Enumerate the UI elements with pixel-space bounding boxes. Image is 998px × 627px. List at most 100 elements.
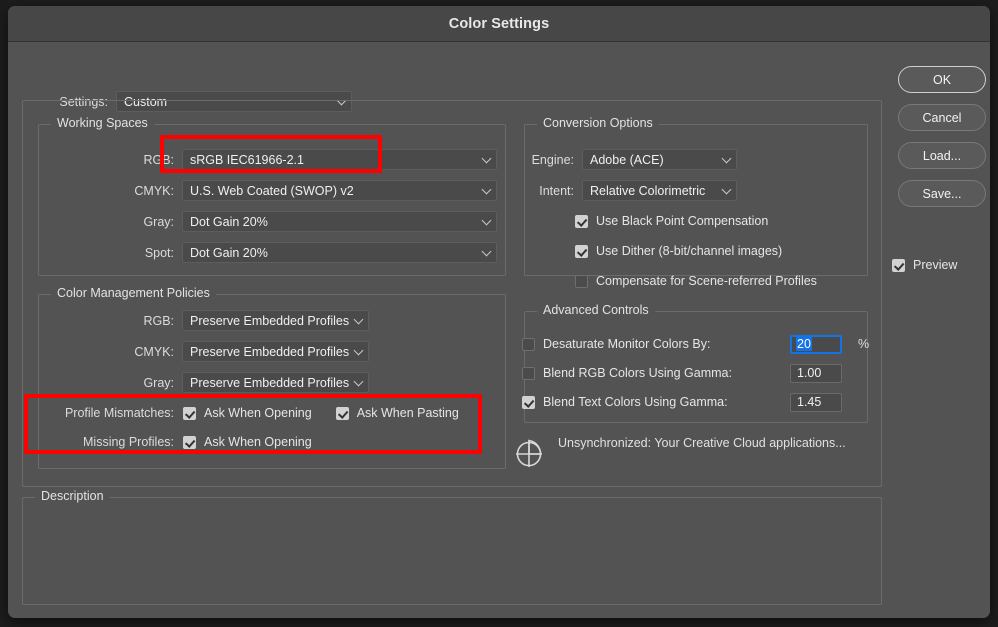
load-button-label: Load... — [922, 148, 962, 163]
blend-rgb-gamma-label: Blend RGB Colors Using Gamma: — [543, 366, 732, 380]
use-dither-label: Use Dither (8-bit/channel images) — [596, 244, 783, 258]
blend-text-gamma-checkbox[interactable]: Blend Text Colors Using Gamma: — [522, 395, 728, 409]
chevron-down-icon — [353, 376, 364, 386]
profile-mismatches-ask-when-pasting-label: Ask When Pasting — [356, 406, 459, 420]
blend-text-gamma-input[interactable]: 1.45 — [790, 392, 842, 412]
conversion-intent-dropdown[interactable]: Relative Colorimetric — [582, 180, 737, 201]
cancel-button-label: Cancel — [922, 110, 962, 125]
chevron-down-icon — [481, 184, 492, 194]
conversion-options-legend: Conversion Options — [537, 116, 659, 130]
policy-rgb-value: Preserve Embedded Profiles — [190, 313, 350, 328]
profile-mismatches-ask-when-opening-checkbox[interactable]: Ask When Opening — [183, 406, 312, 420]
description-group: Description — [22, 489, 882, 605]
conversion-intent-label: Intent: — [539, 183, 574, 198]
advanced-controls-legend: Advanced Controls — [537, 303, 655, 317]
policy-rgb-dropdown[interactable]: Preserve Embedded Profiles — [182, 310, 370, 331]
checkbox-unchecked-icon — [522, 366, 535, 380]
policy-gray-dropdown[interactable]: Preserve Embedded Profiles — [182, 372, 370, 393]
policy-cmyk-dropdown[interactable]: Preserve Embedded Profiles — [182, 341, 370, 362]
working-spaces-rgb-value: sRGB IEC61966-2.1 — [190, 152, 304, 167]
missing-profiles-ask-when-opening-label: Ask When Opening — [204, 435, 312, 449]
use-black-point-compensation-checkbox[interactable]: Use Black Point Compensation — [575, 214, 768, 228]
preview-checkbox[interactable]: Preview — [892, 258, 957, 272]
working-spaces-cmyk-row: CMYK: U.S. Web Coated (SWOP) v2 — [112, 180, 497, 201]
working-spaces-spot-value: Dot Gain 20% — [190, 245, 268, 260]
desaturate-monitor-colors-input[interactable]: 20 — [790, 334, 842, 354]
conversion-engine-label: Engine: — [531, 152, 574, 167]
policy-rgb-label: RGB: — [143, 313, 174, 328]
cloud-sync-icon — [512, 435, 546, 474]
desaturate-monitor-colors-row: Desaturate Monitor Colors By: 20 % — [522, 334, 869, 354]
working-spaces-gray-value: Dot Gain 20% — [190, 214, 268, 229]
conversion-intent-row: Intent: Relative Colorimetric — [516, 180, 737, 201]
checkbox-unchecked-icon — [575, 274, 588, 288]
conversion-intent-value: Relative Colorimetric — [590, 183, 706, 198]
compensate-scene-referred-label: Compensate for Scene-referred Profiles — [596, 274, 817, 288]
chevron-down-icon — [481, 215, 492, 225]
policy-gray-value: Preserve Embedded Profiles — [190, 375, 350, 390]
working-spaces-gray-dropdown[interactable]: Dot Gain 20% — [182, 211, 497, 232]
policy-gray-label: Gray: — [143, 375, 174, 390]
chevron-down-icon — [481, 153, 492, 163]
policy-gray-row: Gray: Preserve Embedded Profiles — [112, 372, 370, 393]
conversion-engine-row: Engine: Adobe (ACE) — [516, 149, 737, 170]
profile-mismatches-ask-when-opening-label: Ask When Opening — [204, 406, 312, 420]
ok-button[interactable]: OK — [898, 66, 986, 93]
dialog-title: Color Settings — [448, 15, 550, 32]
missing-profiles-row: Missing Profiles: Ask When Opening — [48, 435, 312, 449]
conversion-engine-dropdown[interactable]: Adobe (ACE) — [582, 149, 737, 170]
checkbox-checked-icon — [183, 435, 196, 449]
working-spaces-rgb-dropdown[interactable]: sRGB IEC61966-2.1 — [182, 149, 497, 170]
checkbox-checked-icon — [335, 406, 349, 420]
working-spaces-spot-dropdown[interactable]: Dot Gain 20% — [182, 242, 497, 263]
blend-rgb-gamma-checkbox[interactable]: Blend RGB Colors Using Gamma: — [522, 366, 732, 380]
working-spaces-cmyk-value: U.S. Web Coated (SWOP) v2 — [190, 183, 354, 198]
preview-label: Preview — [913, 258, 958, 272]
use-black-point-compensation-label: Use Black Point Compensation — [596, 214, 769, 228]
working-spaces-cmyk-dropdown[interactable]: U.S. Web Coated (SWOP) v2 — [182, 180, 497, 201]
compensate-scene-referred-checkbox[interactable]: Compensate for Scene-referred Profiles — [575, 274, 817, 288]
working-spaces-spot-label: Spot: — [144, 245, 174, 260]
save-button[interactable]: Save... — [898, 180, 986, 207]
profile-mismatches-ask-when-pasting-checkbox[interactable]: Ask When Pasting — [335, 406, 459, 420]
description-text — [23, 498, 881, 518]
sync-status-text: Unsynchronized: Your Creative Cloud appl… — [558, 436, 846, 450]
desaturate-monitor-colors-label: Desaturate Monitor Colors By: — [543, 337, 711, 351]
checkbox-checked-icon — [892, 258, 905, 272]
color-management-policies-legend: Color Management Policies — [51, 286, 216, 300]
profile-mismatches-row: Profile Mismatches: Ask When Opening Ask… — [48, 406, 459, 420]
ok-button-label: OK — [932, 72, 952, 87]
working-spaces-rgb-row: RGB: sRGB IEC61966-2.1 — [112, 149, 497, 170]
sync-status-row: Unsynchronized: Your Creative Cloud appl… — [512, 435, 846, 474]
chevron-down-icon — [721, 184, 732, 194]
chevron-down-icon — [721, 153, 732, 163]
checkbox-checked-icon — [575, 244, 588, 258]
cancel-button[interactable]: Cancel — [898, 104, 986, 131]
checkbox-checked-icon — [575, 214, 588, 228]
dialog-body: Settings: Custom Working Spaces RGB: sRG… — [8, 42, 990, 618]
policy-cmyk-value: Preserve Embedded Profiles — [190, 344, 350, 359]
missing-profiles-ask-when-opening-checkbox[interactable]: Ask When Opening — [183, 435, 312, 449]
load-button[interactable]: Load... — [898, 142, 986, 169]
checkbox-checked-icon — [522, 395, 535, 409]
color-settings-dialog: Color Settings Settings: Custom Working … — [8, 6, 990, 618]
policy-cmyk-label: CMYK: — [134, 344, 174, 359]
checkbox-checked-icon — [183, 406, 196, 420]
desaturate-percent-unit: % — [858, 337, 870, 351]
desaturate-monitor-colors-value: 20 — [796, 337, 812, 351]
missing-profiles-label: Missing Profiles: — [83, 435, 174, 449]
blend-text-gamma-value: 1.45 — [797, 395, 822, 409]
working-spaces-gray-row: Gray: Dot Gain 20% — [112, 211, 497, 232]
policy-cmyk-row: CMYK: Preserve Embedded Profiles — [112, 341, 370, 362]
chevron-down-icon — [353, 345, 364, 355]
blend-rgb-gamma-value: 1.00 — [797, 366, 822, 380]
checkbox-unchecked-icon — [522, 337, 535, 351]
working-spaces-gray-label: Gray: — [143, 214, 174, 229]
blend-rgb-gamma-input[interactable]: 1.00 — [790, 363, 842, 383]
policy-rgb-row: RGB: Preserve Embedded Profiles — [112, 310, 370, 331]
chevron-down-icon — [353, 314, 364, 324]
blend-rgb-gamma-row: Blend RGB Colors Using Gamma: 1.00 — [522, 363, 862, 383]
working-spaces-cmyk-label: CMYK: — [134, 183, 174, 198]
use-dither-checkbox[interactable]: Use Dither (8-bit/channel images) — [575, 244, 782, 258]
desaturate-monitor-colors-checkbox[interactable]: Desaturate Monitor Colors By: — [522, 337, 710, 351]
